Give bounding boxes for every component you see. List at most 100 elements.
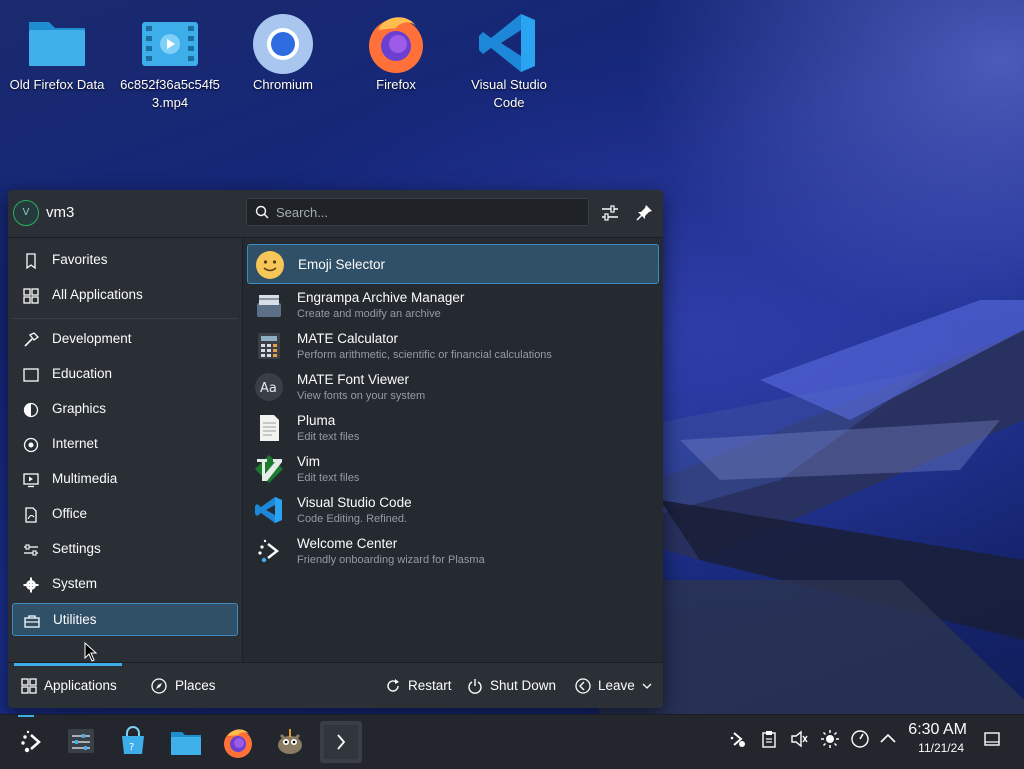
desktop-icon-label: Chromium [253,77,313,92]
tab-label: Applications [44,678,117,693]
tab-label: Places [175,678,216,693]
konsole-icon [324,725,358,759]
tab-places[interactable]: Places [146,663,226,708]
category-label: Development [52,331,132,346]
user-name: vm3 [46,204,75,221]
vscode-icon [477,8,541,74]
taskbar-system-settings[interactable] [60,721,102,763]
pin-icon[interactable] [633,202,655,224]
category-label: All Applications [52,287,143,302]
volume-muted-icon[interactable] [789,729,809,749]
desktop-icon-label: Firefox [376,77,416,92]
clock-time[interactable]: 6:30 AM [908,721,967,739]
category-label: Office [52,506,88,521]
svg-text:Aa: Aa [260,381,277,396]
taskbar-discover[interactable]: ? [112,721,154,763]
taskbar-firefox[interactable] [217,721,259,763]
chromium-icon [251,8,315,74]
category-settings[interactable]: Settings [12,533,238,566]
app-item-welcome-center[interactable]: Welcome Center Friendly onboarding wizar… [247,531,659,571]
desktop-icon-label: 6c852f36a5c54f53.mp4 [120,77,220,110]
shutdown-button[interactable]: Shut Down [464,663,560,708]
svg-text:?: ? [129,742,134,753]
category-utilities[interactable]: Utilities [12,603,238,636]
category-label: Favorites [52,252,108,267]
button-label: Shut Down [490,678,557,693]
desktop-icon-firefox[interactable]: Firefox [339,8,453,94]
app-item-engrampa[interactable]: Engrampa Archive Manager Create and modi… [247,285,659,325]
file-manager-icon [171,732,201,755]
desktop-icon-chromium[interactable]: Chromium [226,8,340,94]
app-name: MATE Font Viewer [297,372,410,387]
search-placeholder: Search... [276,205,329,220]
calculator-icon [258,333,280,359]
education-icon [23,368,39,382]
archive-icon [257,295,281,317]
desktop-icon-video[interactable]: 6c852f36a5c54f53.mp4 [113,8,227,112]
app-item-mate-calculator[interactable]: MATE Calculator Perform arithmetic, scie… [247,326,659,366]
app-launcher-icon [21,730,41,753]
category-internet[interactable]: Internet [12,428,238,461]
category-all-applications[interactable]: All Applications [12,279,238,312]
category-multimedia[interactable]: Multimedia [12,463,238,496]
app-item-vim[interactable]: Vim Edit text files [247,449,659,489]
app-name: Vim [297,454,321,469]
kde-connect-icon[interactable] [728,729,748,749]
leave-button[interactable]: Leave [574,663,654,708]
graphics-icon [23,402,39,418]
button-label: Restart [408,678,452,693]
app-item-visual-studio-code[interactable]: Visual Studio Code Code Editing. Refined… [247,490,659,530]
discover-store-icon: ? [122,726,144,754]
show-desktop-icon[interactable] [982,729,1002,749]
vscode-icon [255,497,282,523]
app-name: Pluma [297,413,336,428]
category-development[interactable]: Development [12,323,238,356]
clipboard-icon[interactable] [759,729,779,749]
tab-applications[interactable]: Applications [8,663,130,708]
grid-icon [23,288,39,304]
app-name: Welcome Center [297,536,398,551]
category-label: Multimedia [52,471,118,486]
restart-button[interactable]: Restart [382,663,454,708]
firefox-icon [364,8,428,74]
chevron-down-icon [642,683,652,689]
firefox-icon [224,729,252,758]
taskbar-file-manager[interactable] [165,721,207,763]
hammer-icon [24,332,39,347]
welcome-icon [258,539,280,563]
app-item-mate-font-viewer[interactable]: Aa MATE Font Viewer View fonts on your s… [247,367,659,407]
network-icon[interactable] [850,729,870,749]
category-system[interactable]: System [12,568,238,601]
button-label: Leave [598,678,635,693]
app-item-pluma[interactable]: Pluma Edit text files [247,408,659,448]
configure-icon[interactable] [599,202,621,224]
desktop-icon-vscode[interactable]: Visual Studio Code [452,8,566,112]
video-file-icon [138,8,202,74]
folder-icon [25,8,89,74]
font-viewer-icon: Aa [255,373,283,401]
multimedia-icon [23,473,39,488]
category-label: Education [52,366,113,381]
category-graphics[interactable]: Graphics [12,393,238,426]
launcher-header: V vm3 Search... [8,190,663,238]
app-description: Edit text files [297,431,360,443]
category-office[interactable]: Office [12,498,238,531]
category-label: System [52,576,98,591]
app-item-emoji-selector[interactable]: Emoji Selector [247,244,659,284]
taskbar-gimp[interactable] [269,721,311,763]
category-education[interactable]: Education [12,358,238,391]
expand-tray-icon[interactable] [878,729,898,749]
app-description: View fonts on your system [297,390,426,402]
power-icon [468,679,482,694]
brightness-icon[interactable] [820,729,840,749]
taskbar-konsole[interactable] [320,721,362,763]
search-input[interactable]: Search... [246,198,589,226]
vim-icon [255,455,283,483]
bookmark-icon [26,253,36,270]
app-description: Edit text files [297,472,360,484]
desktop-icon-old-firefox-data[interactable]: Old Firefox Data [0,8,114,94]
app-launcher-button[interactable] [12,715,54,763]
clock-date[interactable]: 11/21/24 [918,741,964,755]
user-avatar[interactable]: V [13,200,39,226]
category-favorites[interactable]: Favorites [12,244,238,277]
